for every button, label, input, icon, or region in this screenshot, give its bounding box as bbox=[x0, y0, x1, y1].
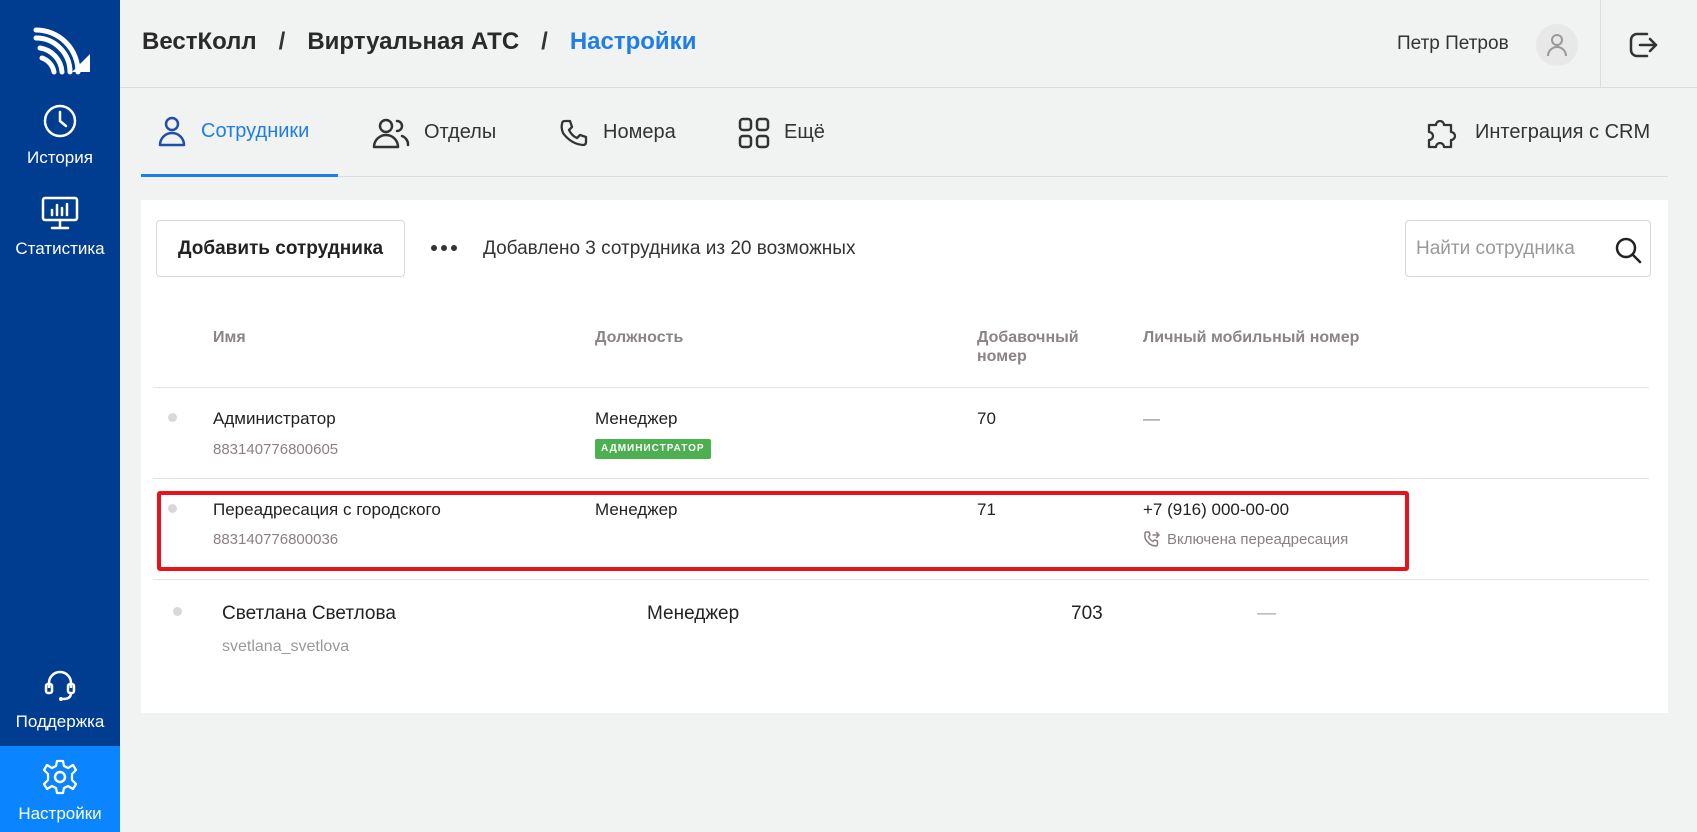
sidebar-item-history[interactable]: История bbox=[0, 102, 120, 168]
gear-icon bbox=[42, 759, 78, 795]
tab-more[interactable]: Ещё bbox=[738, 88, 825, 177]
logout-button[interactable] bbox=[1626, 28, 1660, 62]
employee-login: 883140776800036 bbox=[213, 531, 339, 548]
column-header-name: Имя bbox=[213, 329, 246, 346]
tab-label: Ещё bbox=[784, 121, 825, 143]
tab-crm-integration[interactable]: Интеграция с CRM bbox=[1425, 88, 1650, 177]
status-dot bbox=[173, 607, 182, 616]
sidebar-item-label: История bbox=[27, 148, 93, 167]
breadcrumb-separator: / bbox=[278, 28, 286, 55]
search-input[interactable] bbox=[1416, 221, 1606, 276]
forwarding-status: Включена переадресация bbox=[1143, 530, 1348, 548]
column-header-extension: Добавочный номер bbox=[977, 328, 1079, 366]
employee-position: Менеджер bbox=[647, 603, 740, 624]
column-header-position: Должность bbox=[595, 329, 684, 346]
sidebar-item-label: Статистика bbox=[15, 239, 105, 258]
tab-label: Сотрудники bbox=[201, 119, 310, 142]
breadcrumb-item-pbx[interactable]: Виртуальная АТС bbox=[307, 28, 519, 56]
tab-label: Интеграция с CRM bbox=[1475, 121, 1651, 143]
breadcrumb: ВестКолл / Виртуальная АТС / Настройки bbox=[142, 28, 696, 56]
employee-extension: 703 bbox=[1071, 603, 1103, 624]
table-divider bbox=[153, 387, 1649, 388]
column-header-extension-line1: Добавочный bbox=[977, 329, 1079, 346]
employee-login: 883140776800605 bbox=[213, 441, 339, 458]
search-box bbox=[1405, 220, 1651, 277]
tab-employees[interactable]: Сотрудники bbox=[141, 88, 338, 177]
breadcrumb-item-company[interactable]: ВестКолл bbox=[142, 28, 257, 56]
employee-extension: 71 bbox=[977, 500, 996, 519]
breadcrumb-item-current: Настройки bbox=[569, 28, 697, 55]
avatar[interactable] bbox=[1536, 24, 1578, 66]
monitor-chart-icon bbox=[41, 196, 79, 230]
more-dots-icon bbox=[431, 245, 437, 251]
admin-badge: АДМИНИСТРАТОР bbox=[595, 439, 711, 459]
employee-mobile: +7 (916) 000-00-00 bbox=[1143, 500, 1290, 519]
header-divider bbox=[1600, 0, 1601, 88]
tab-departments[interactable]: Отделы bbox=[372, 88, 496, 177]
column-header-extension-line2: номер bbox=[977, 348, 1027, 366]
people-icon bbox=[372, 118, 410, 148]
employee-position: Менеджер bbox=[595, 409, 678, 428]
company-logo bbox=[33, 27, 90, 75]
section-tabs: Сотрудники Отделы Номера Ещё Интеграция … bbox=[141, 88, 1668, 177]
sidebar-item-label: Настройки bbox=[18, 804, 102, 823]
more-options-button[interactable] bbox=[428, 234, 460, 262]
status-dot bbox=[168, 413, 177, 422]
puzzle-icon bbox=[1427, 119, 1457, 148]
table-divider bbox=[153, 579, 1649, 580]
employee-mobile: — bbox=[1257, 603, 1276, 624]
tab-label: Номера bbox=[603, 121, 676, 143]
employee-position: Менеджер bbox=[595, 500, 678, 519]
sidebar-item-statistics[interactable]: Статистика bbox=[0, 195, 120, 259]
employee-name[interactable]: Переадресация с городского bbox=[213, 500, 441, 520]
sidebar: История Статистика Поддержка Настройки bbox=[0, 0, 120, 832]
user-name[interactable]: Петр Петров bbox=[1397, 33, 1509, 55]
clock-icon bbox=[43, 104, 77, 138]
add-employee-button[interactable]: Добавить сотрудника bbox=[156, 220, 405, 277]
grid-icon bbox=[738, 117, 770, 148]
employees-card: Добавить сотрудника Добавлено 3 сотрудни… bbox=[141, 200, 1668, 713]
headset-icon bbox=[44, 670, 76, 701]
breadcrumb-separator: / bbox=[541, 28, 548, 55]
column-header-mobile: Личный мобильный номер bbox=[1143, 329, 1360, 346]
phone-icon bbox=[560, 119, 588, 146]
employee-name[interactable]: Светлана Светлова bbox=[222, 603, 396, 625]
tab-numbers[interactable]: Номера bbox=[559, 88, 676, 177]
user-icon bbox=[1547, 34, 1567, 57]
employee-login: svetlana_svetlova bbox=[222, 638, 350, 655]
status-dot bbox=[168, 504, 177, 513]
logout-icon bbox=[1629, 32, 1658, 58]
sidebar-item-support[interactable]: Поддержка bbox=[0, 668, 120, 732]
search-icon[interactable] bbox=[1614, 236, 1642, 264]
forwarding-label: Включена переадресация bbox=[1167, 530, 1349, 548]
tab-label: Отделы bbox=[424, 121, 497, 143]
employee-count-text: Добавлено 3 сотрудника из 20 возможных bbox=[483, 238, 856, 259]
employee-extension: 70 bbox=[977, 409, 996, 428]
call-forward-icon bbox=[1144, 531, 1161, 547]
employee-mobile: — bbox=[1143, 409, 1160, 428]
sidebar-item-settings[interactable]: Настройки bbox=[0, 746, 120, 832]
sidebar-item-label: Поддержка bbox=[15, 712, 105, 731]
employee-name[interactable]: Администратор bbox=[213, 409, 336, 429]
top-header: ВестКолл / Виртуальная АТС / Настройки Петр … bbox=[120, 0, 1697, 88]
person-icon bbox=[158, 116, 186, 147]
table-divider bbox=[153, 478, 1649, 479]
